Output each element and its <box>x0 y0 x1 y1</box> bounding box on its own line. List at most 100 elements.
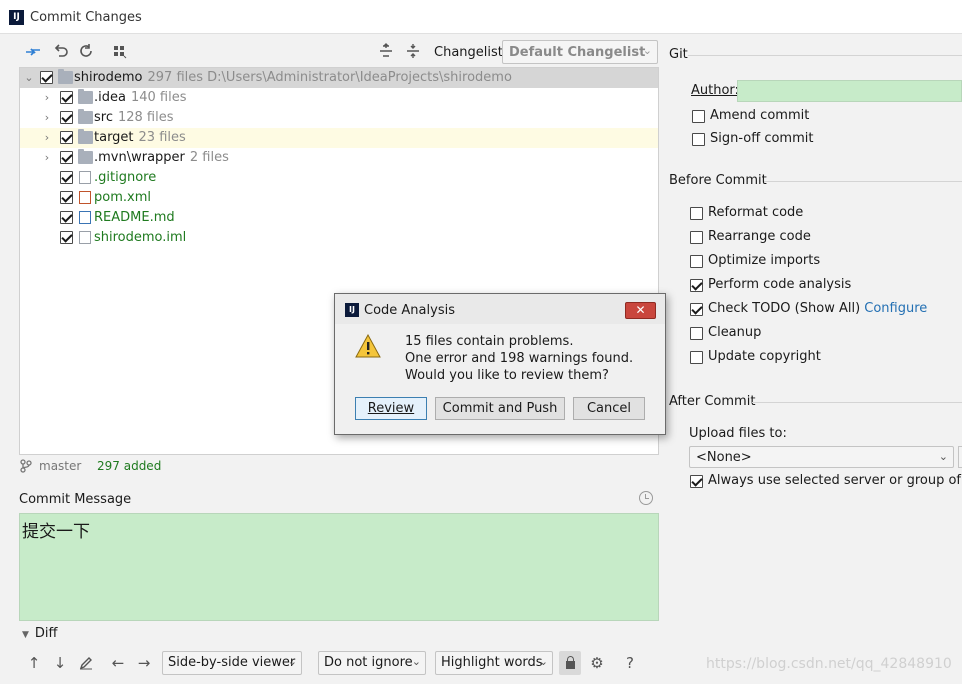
edit-icon[interactable] <box>76 652 96 674</box>
arrow-down-icon[interactable]: ↓ <box>50 652 70 674</box>
tree-item-meta: 128 files <box>117 110 174 125</box>
help-icon[interactable]: ? <box>620 652 640 674</box>
tree-checkbox[interactable] <box>60 231 73 244</box>
configure-link[interactable]: Configure <box>864 301 927 316</box>
tree-item-name: target <box>94 130 134 145</box>
checkbox[interactable] <box>690 351 703 364</box>
gitignore-file-icon <box>79 171 91 184</box>
folder-icon <box>78 89 93 104</box>
branch-name[interactable]: master <box>39 459 81 473</box>
tree-row[interactable]: ⌄ shirodemo 297 files D:\Users\Administra… <box>20 68 658 88</box>
maven-file-icon <box>79 191 91 204</box>
ignore-whitespace-select[interactable]: Do not ignore ⌄ <box>318 651 426 675</box>
chevron-right-icon[interactable]: › <box>40 130 54 146</box>
lock-toggle[interactable] <box>559 651 581 675</box>
tree-row[interactable]: › target 23 files <box>20 128 658 148</box>
upload-label: Upload files to: <box>689 426 787 441</box>
chevron-right-icon[interactable]: › <box>40 110 54 126</box>
checkbox[interactable] <box>690 255 703 268</box>
checkbox[interactable] <box>690 327 703 340</box>
history-icon[interactable] <box>639 491 653 505</box>
chevron-down-icon[interactable]: ⌄ <box>22 70 36 86</box>
tree-checkbox[interactable] <box>60 111 73 124</box>
chevron-down-icon: ⌄ <box>287 655 297 668</box>
tree-item-name: shirodemo.iml <box>94 230 187 245</box>
tree-checkbox[interactable] <box>60 151 73 164</box>
collapse-all-icon[interactable] <box>402 40 424 62</box>
arrow-right-icon[interactable]: → <box>134 652 154 674</box>
before-commit-title: Before Commit <box>669 173 767 188</box>
checkbox[interactable] <box>690 231 703 244</box>
tree-item-meta: 23 files <box>138 130 186 145</box>
todo-label: Check TODO (Show All) <box>708 301 861 316</box>
viewer-select[interactable]: Side-by-side viewer ⌄ <box>162 651 302 675</box>
title-bar: IJ Commit Changes <box>0 0 962 34</box>
commit-message-input[interactable]: 提交一下 <box>19 513 659 621</box>
divider <box>752 402 962 403</box>
dialog-title-bar: IJ Code Analysis ✕ <box>335 294 665 324</box>
copyright-label: Update copyright <box>708 349 821 364</box>
folder-icon <box>58 69 73 84</box>
rollback-icon[interactable] <box>50 40 72 62</box>
window-title: Commit Changes <box>30 10 142 25</box>
tree-item-name: .mvn\wrapper <box>94 150 185 165</box>
code-analysis-dialog: IJ Code Analysis ✕ 15 files contain prob… <box>334 293 666 435</box>
commit-and-push-button[interactable]: Commit and Push <box>435 397 565 420</box>
checkbox[interactable] <box>690 303 703 316</box>
tree-row[interactable]: › src 128 files <box>20 108 658 128</box>
highlight-select[interactable]: Highlight words ⌄ <box>435 651 553 675</box>
cleanup-label: Cleanup <box>708 325 762 340</box>
tree-item-name: .idea <box>94 90 126 105</box>
review-button[interactable]: Review <box>355 397 427 420</box>
changelist-select[interactable]: Default Changelist ⌄ <box>502 40 658 64</box>
tree-row[interactable]: pom.xml <box>20 188 658 208</box>
tree-row[interactable]: shirodemo.iml <box>20 228 658 248</box>
always-use-label: Always use selected server or group of s… <box>708 473 962 488</box>
arrow-left-icon[interactable]: ← <box>108 652 128 674</box>
tree-item-name: pom.xml <box>94 190 151 205</box>
reformat-label: Reformat code <box>708 205 804 220</box>
tree-checkbox[interactable] <box>60 211 73 224</box>
cancel-button[interactable]: Cancel <box>573 397 645 420</box>
tree-row[interactable]: README.md <box>20 208 658 228</box>
tree-checkbox[interactable] <box>60 91 73 104</box>
checkbox[interactable] <box>692 133 705 146</box>
tree-item-meta: 297 files D:\Users\Administrator\IdeaPro… <box>147 70 512 85</box>
diff-arrows-icon[interactable] <box>22 40 44 62</box>
signoff-label: Sign-off commit <box>710 131 814 146</box>
chevron-right-icon[interactable]: › <box>40 90 54 106</box>
upload-server-select[interactable]: <None> ⌄ <box>689 446 954 468</box>
close-button[interactable]: ✕ <box>625 302 656 319</box>
checkbox[interactable] <box>690 279 703 292</box>
checkbox[interactable] <box>690 475 703 488</box>
group-by-icon[interactable] <box>109 40 131 62</box>
dialog-title: Code Analysis <box>364 303 455 318</box>
commit-message-text: 提交一下 <box>22 522 90 542</box>
tree-checkbox[interactable] <box>60 171 73 184</box>
checkbox[interactable] <box>690 207 703 220</box>
tree-checkbox[interactable] <box>60 131 73 144</box>
tree-item-meta: 140 files <box>130 90 187 105</box>
tree-item-name: .gitignore <box>94 170 157 185</box>
tree-row[interactable]: › .idea 140 files <box>20 88 658 108</box>
amend-label: Amend commit <box>710 108 810 123</box>
author-input[interactable] <box>737 80 962 102</box>
upload-settings-button[interactable] <box>958 446 962 468</box>
gear-icon[interactable]: ⚙ <box>587 652 607 674</box>
tree-row[interactable]: › .mvn\wrapper 2 files <box>20 148 658 168</box>
arrow-up-icon[interactable]: ↑ <box>24 652 44 674</box>
chevron-down-icon: ⌄ <box>938 450 948 463</box>
diff-section-toggle[interactable]: ▼ Diff <box>22 626 58 641</box>
chevron-right-icon[interactable]: › <box>40 150 54 166</box>
tree-checkbox[interactable] <box>40 71 53 84</box>
tree-row[interactable]: .gitignore <box>20 168 658 188</box>
tree-item-name: src <box>94 110 113 125</box>
intellij-logo-icon: IJ <box>345 303 359 317</box>
dialog-message-line: Would you like to review them? <box>405 368 609 383</box>
refresh-icon[interactable] <box>75 40 97 62</box>
checkbox[interactable] <box>692 110 705 123</box>
tree-checkbox[interactable] <box>60 191 73 204</box>
commit-options-panel: Git Author: Amend commit Sign-off commit… <box>660 34 962 648</box>
diff-label: Diff <box>34 626 58 641</box>
expand-all-icon[interactable] <box>375 40 397 62</box>
